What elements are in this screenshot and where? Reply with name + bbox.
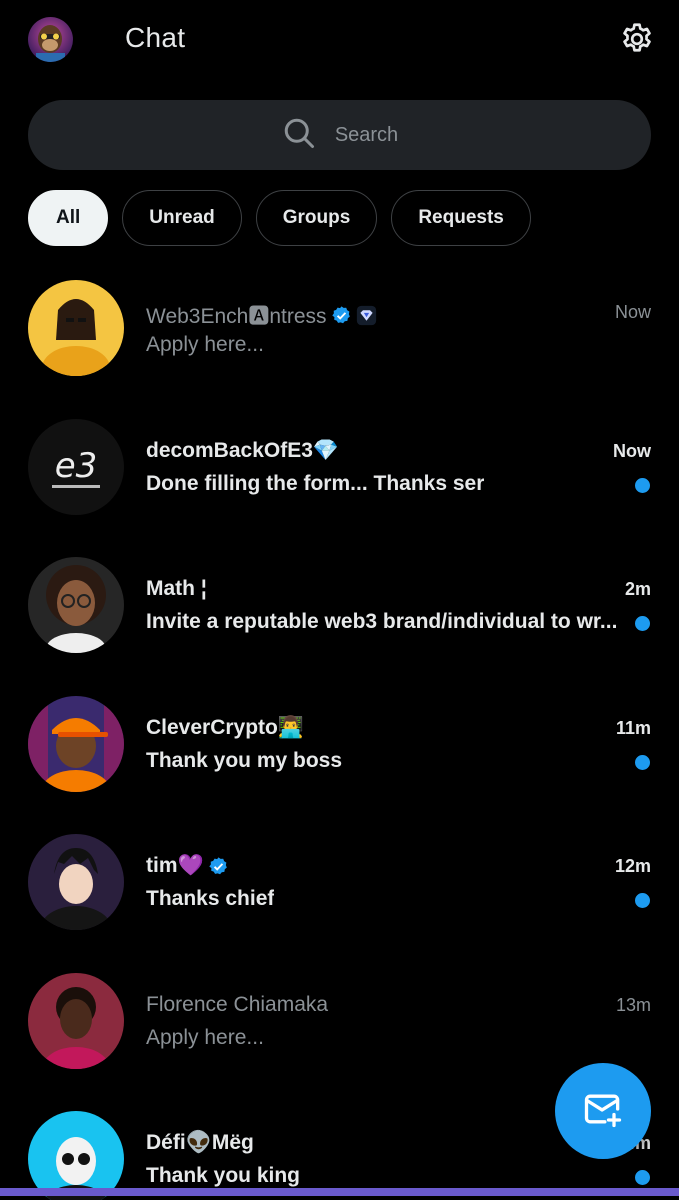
conversation-name: decomBackOfE3💎: [146, 438, 340, 462]
avatar: [28, 1111, 124, 1200]
conversation-name: tim💜: [146, 854, 229, 878]
gear-icon[interactable]: [615, 17, 659, 61]
message-preview: Thanks chief: [146, 887, 275, 910]
top-bar: Chat: [0, 0, 679, 80]
conversation-row[interactable]: CleverCrypto👨‍💻 Thank you my boss 11m: [0, 680, 679, 819]
affiliate-badge-icon: [356, 305, 377, 326]
filter-requests[interactable]: Requests: [391, 190, 531, 246]
conversation-name: Web3Ench🅰ntress: [146, 300, 377, 330]
search-placeholder: Search: [334, 123, 399, 146]
filter-tabs: All Unread Groups Requests: [28, 190, 531, 246]
timestamp: 2m: [624, 579, 651, 599]
bottom-edge-bar: [0, 1188, 679, 1196]
avatar: [28, 972, 124, 1069]
timestamp: Now: [613, 440, 651, 461]
profile-avatar[interactable]: [28, 17, 73, 62]
message-preview: Done filling the form... Thanks ser: [146, 471, 485, 495]
verified-badge-icon: [208, 856, 229, 877]
conversation-row[interactable]: tim💜 Thanks chief 12m: [0, 818, 679, 957]
filter-groups[interactable]: Groups: [255, 190, 378, 246]
avatar: e3: [28, 418, 124, 515]
message-preview: Invite a reputable web3 brand/individual…: [146, 610, 618, 633]
conversation-name: Math ¦: [146, 577, 207, 600]
timestamp: Now: [614, 302, 651, 322]
timestamp: 13m: [615, 994, 651, 1015]
page-title: Chat: [125, 22, 186, 53]
timestamp: 12m: [614, 856, 651, 876]
verified-badge-icon: [331, 305, 352, 326]
conversation-name: Florence Chiamaka: [146, 992, 329, 1016]
message-preview: Apply here...: [146, 333, 264, 356]
avatar: [28, 280, 124, 376]
conversation-row[interactable]: Math ¦ Invite a reputable web3 brand/ind…: [0, 541, 679, 680]
conversation-name: Défi👽Mëg: [146, 1131, 254, 1154]
new-message-button[interactable]: [555, 1063, 651, 1159]
conversation-row[interactable]: e3 decomBackOfE3💎 Done filling the form.…: [0, 403, 679, 542]
chat-screen: Chat Search All Unread Groups Requests W…: [0, 0, 679, 1200]
unread-indicator: [635, 477, 650, 493]
message-preview: Thank you my boss: [146, 748, 343, 772]
unread-indicator: [635, 893, 650, 908]
filter-unread[interactable]: Unread: [122, 190, 242, 246]
search-icon: [281, 115, 317, 156]
unread-indicator: [635, 616, 650, 631]
message-preview: Thank you king: [146, 1164, 301, 1187]
conversation-row[interactable]: Web3Ench🅰ntress Apply here... Now: [0, 264, 679, 403]
search-input[interactable]: Search: [28, 100, 651, 170]
avatar: [28, 557, 124, 653]
timestamp: 11m: [615, 717, 651, 738]
unread-indicator: [635, 754, 650, 770]
message-preview: Apply here...: [146, 1025, 264, 1049]
filter-all[interactable]: All: [28, 190, 109, 246]
avatar: [28, 695, 124, 792]
conversation-name: CleverCrypto👨‍💻: [146, 715, 305, 739]
svg-text:e3: e3: [55, 446, 98, 486]
unread-indicator: [635, 1170, 650, 1185]
avatar: [28, 834, 124, 930]
conversation-list: Web3Ench🅰ntress Apply here... Now e3 dec…: [0, 264, 679, 1200]
new-message-icon: [581, 1087, 625, 1136]
